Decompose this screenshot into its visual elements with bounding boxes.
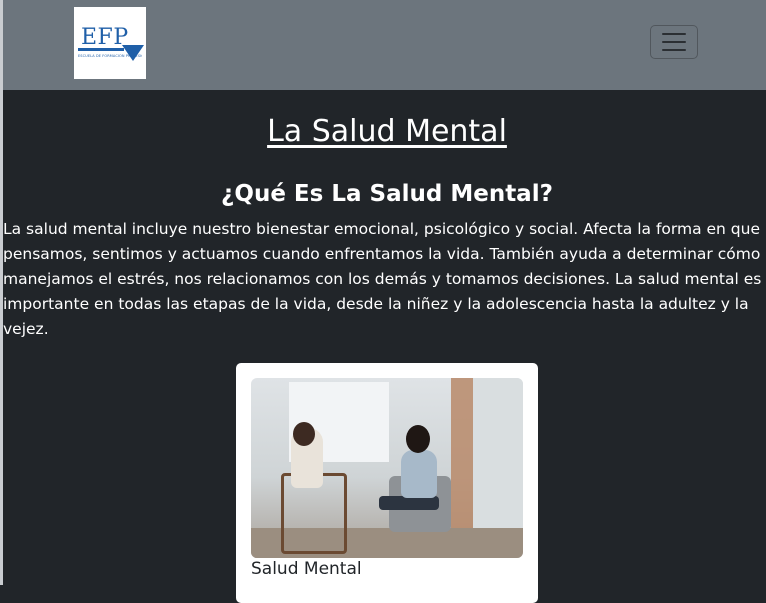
navbar-toggler-button[interactable]	[650, 25, 698, 59]
info-card[interactable]: Salud Mental	[236, 363, 538, 603]
navbar: EFP ESCUELA DE FORMACIÓN PROFESIONAL	[3, 0, 766, 90]
logo-underline	[78, 48, 124, 51]
therapy-session-image	[251, 378, 523, 558]
card-title: Salud Mental	[251, 559, 362, 579]
efp-logo[interactable]: EFP ESCUELA DE FORMACIÓN PROFESIONAL	[74, 7, 146, 79]
section-heading: ¿Qué Es La Salud Mental?	[221, 181, 553, 207]
logo-triangle-icon	[122, 45, 144, 61]
logo-subtitle: ESCUELA DE FORMACIÓN PROFESIONAL	[78, 54, 142, 58]
page-title: La Salud Mental	[267, 114, 507, 149]
intro-paragraph: La salud mental incluye nuestro bienesta…	[3, 220, 762, 338]
hamburger-icon	[662, 33, 686, 51]
